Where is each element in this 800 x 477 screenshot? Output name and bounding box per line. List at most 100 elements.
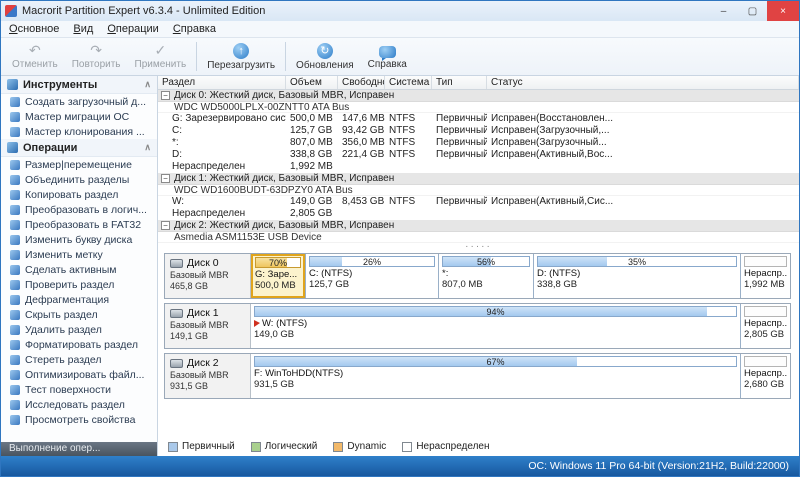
free-cell: 221,4 GB <box>342 149 385 160</box>
system-flag-icon <box>254 320 260 327</box>
sidebar-item-change-label[interactable]: Изменить метку <box>1 247 157 262</box>
column-header-free[interactable]: Свободно <box>338 76 385 89</box>
splitter-handle[interactable] <box>158 243 799 251</box>
menu-operations[interactable]: Операции <box>107 23 158 35</box>
disk-panel-0: Диск 0 Базовый MBR 465,8 GB 70% G: Заре.… <box>164 253 791 299</box>
chevron-up-icon[interactable]: ∧ <box>144 79 151 90</box>
column-header-partition[interactable]: Раздел <box>158 76 286 89</box>
help-button[interactable]: Справка <box>361 38 414 75</box>
sidebar-item-optimize[interactable]: Оптимизировать файл... <box>1 367 157 382</box>
partition-block-w[interactable]: 94% W: (NTFS) 149,0 GB <box>251 304 740 348</box>
sidebar-item-hide[interactable]: Скрыть раздел <box>1 307 157 322</box>
column-header-volume[interactable]: Объем <box>286 76 338 89</box>
table-row[interactable]: *: 807,0 MB 356,0 MB NTFS Первичный Испр… <box>158 137 799 149</box>
table-row[interactable]: C: 125,7 GB 93,42 GB NTFS Первичный Испр… <box>158 125 799 137</box>
sidebar-item-format[interactable]: Форматировать раздел <box>1 337 157 352</box>
sidebar-item-defrag[interactable]: Дефрагментация <box>1 292 157 307</box>
updates-icon: ↻ <box>316 42 333 59</box>
close-button[interactable]: × <box>767 1 799 21</box>
device-row[interactable]: WDC WD1600BUDT-63DPZY0 ATA Bus <box>158 185 799 196</box>
menu-main[interactable]: Основное <box>9 23 59 35</box>
disk-group-header[interactable]: − Диск 1: Жесткий диск, Базовый MBR, Исп… <box>158 173 799 185</box>
volume-cell: 338,8 GB <box>290 149 333 160</box>
sidebar-item-clone-wizard[interactable]: Мастер клонирования ... <box>1 124 157 139</box>
column-header-filesystem[interactable]: Система <box>385 76 432 89</box>
partition-block-star[interactable]: 56% *: 807,0 MB <box>438 254 533 298</box>
disk-scheme: Базовый MBR <box>170 270 229 280</box>
redo-button[interactable]: ↷ Повторить <box>65 38 128 75</box>
sidebar-item-merge[interactable]: Объединить разделы <box>1 172 157 187</box>
partition-block-f[interactable]: 67% F: WinToHDD(NTFS) 931,5 GB <box>251 354 740 398</box>
column-header-type[interactable]: Тип <box>432 76 487 89</box>
unallocated-block[interactable]: Нераспр... 1,992 MB <box>740 254 790 298</box>
maximize-button[interactable]: ▢ <box>738 1 767 21</box>
table-row[interactable]: Нераспределен 1,992 MB <box>158 161 799 173</box>
resize-icon <box>10 159 20 170</box>
disk-size: 931,5 GB <box>170 381 209 391</box>
partition-block-g[interactable]: 70% G: Заре... 500,0 MB <box>251 254 305 298</box>
sidebar-item-copy[interactable]: Копировать раздел <box>1 187 157 202</box>
partition-label: W: (NTFS) <box>262 318 308 329</box>
unallocated-block[interactable]: Нераспр... 2,680 GB <box>740 354 790 398</box>
apply-button[interactable]: ✓ Применить <box>128 38 194 75</box>
toolbar-separator <box>196 42 198 71</box>
disk-header-text: Диск 2: Жесткий диск, Базовый MBR, Испра… <box>174 220 395 231</box>
sidebar-item-surface-test[interactable]: Тест поверхности <box>1 382 157 397</box>
disk-group-header[interactable]: − Диск 2: Жесткий диск, Базовый MBR, Исп… <box>158 220 799 232</box>
sidebar-item-create-bootable[interactable]: Создать загрузочный д... <box>1 94 157 109</box>
collapse-icon[interactable]: − <box>161 174 170 183</box>
hdd-icon <box>170 308 183 318</box>
sidebar-section-tools[interactable]: Инструменты ∧ <box>1 76 157 94</box>
undo-button[interactable]: ↶ Отменить <box>5 38 65 75</box>
table-row[interactable]: G: Зарезервировано систе... 500,0 MB 147… <box>158 113 799 125</box>
table-row[interactable]: D: 338,8 GB 221,4 GB NTFS Первичный Испр… <box>158 149 799 161</box>
partition-size: 1,992 MB <box>744 279 785 290</box>
sidebar-item-properties[interactable]: Просмотреть свойства <box>1 412 157 427</box>
sidebar-item-check[interactable]: Проверить раздел <box>1 277 157 292</box>
disk-scheme: Базовый MBR <box>170 370 229 380</box>
usage-bar: 26% <box>309 256 435 267</box>
statusbar: ОС: Windows 11 Pro 64-bit (Version:21H2,… <box>1 456 799 476</box>
sidebar-item-set-active[interactable]: Сделать активным <box>1 262 157 277</box>
partition-size: 125,7 GB <box>309 279 350 290</box>
free-cell: 93,42 GB <box>342 125 385 136</box>
sidebar-item-convert-logical[interactable]: Преобразовать в логич... <box>1 202 157 217</box>
sidebar-item-wipe[interactable]: Стереть раздел <box>1 352 157 367</box>
sidebar-item-label: Размер|перемещение <box>25 158 132 171</box>
table-row[interactable]: Нераспределен 2,805 GB <box>158 208 799 220</box>
partition-block-d[interactable]: 35% D: (NTFS) 338,8 GB <box>533 254 740 298</box>
disk-name: Диск 2 <box>187 357 219 369</box>
partition-name-cell: Нераспределен <box>172 208 246 219</box>
collapse-icon[interactable]: − <box>161 221 170 230</box>
partition-block-c[interactable]: 26% C: (NTFS) 125,7 GB <box>305 254 438 298</box>
updates-button[interactable]: ↻ Обновления <box>289 38 361 75</box>
disk-info[interactable]: Диск 1 Базовый MBR 149,1 GB <box>165 304 251 348</box>
column-header-status[interactable]: Статус <box>487 76 799 89</box>
sidebar-item-change-letter[interactable]: Изменить букву диска <box>1 232 157 247</box>
optimize-icon <box>10 369 20 380</box>
menu-view[interactable]: Вид <box>73 23 93 35</box>
device-row[interactable]: WDC WD5000LPLX-00ZNTT0 ATA Bus <box>158 102 799 113</box>
reload-button[interactable]: ↑ Перезагрузить <box>200 38 282 75</box>
sidebar-item-label: Удалить раздел <box>25 323 102 336</box>
sidebar-item-convert-fat32[interactable]: Преобразовать в FAT32 <box>1 217 157 232</box>
sidebar-item-delete[interactable]: Удалить раздел <box>1 322 157 337</box>
minimize-button[interactable]: – <box>709 1 738 21</box>
sidebar-section-operations[interactable]: Операции ∧ <box>1 139 157 157</box>
sidebar-section-pending-operations[interactable]: Выполнение опер... <box>1 442 157 456</box>
sidebar-item-os-migration[interactable]: Мастер миграции ОС <box>1 109 157 124</box>
sidebar-item-label: Тест поверхности <box>25 383 111 396</box>
chevron-up-icon[interactable]: ∧ <box>144 142 151 153</box>
table-row[interactable]: W: 149,0 GB 8,453 GB NTFS Первичный Испр… <box>158 196 799 208</box>
menu-help[interactable]: Справка <box>173 23 216 35</box>
disk-info[interactable]: Диск 2 Базовый MBR 931,5 GB <box>165 354 251 398</box>
disk-info[interactable]: Диск 0 Базовый MBR 465,8 GB <box>165 254 251 298</box>
disk-group-header[interactable]: − Диск 0: Жесткий диск, Базовый MBR, Исп… <box>158 90 799 102</box>
usage-bar <box>744 356 787 367</box>
collapse-icon[interactable]: − <box>161 91 170 100</box>
unallocated-block[interactable]: Нераспр... 2,805 GB <box>740 304 790 348</box>
toolbar: ↶ Отменить ↷ Повторить ✓ Применить ↑ Пер… <box>1 38 799 76</box>
sidebar-item-explore[interactable]: Исследовать раздел <box>1 397 157 412</box>
sidebar-item-resize-move[interactable]: Размер|перемещение <box>1 157 157 172</box>
status-cell: Исправен(Активный,Вос... <box>491 149 613 160</box>
